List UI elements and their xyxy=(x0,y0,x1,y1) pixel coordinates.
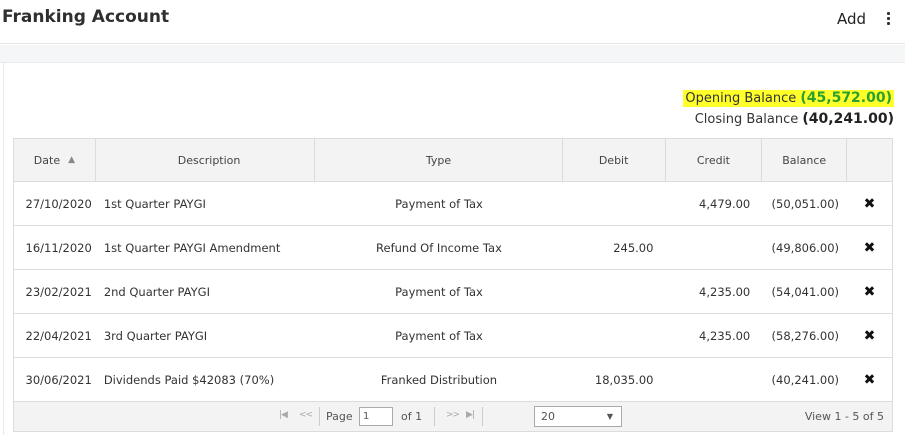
cell-type: Payment of Tax xyxy=(395,284,483,299)
content-border xyxy=(3,63,4,435)
add-button[interactable]: Add xyxy=(837,10,866,28)
next-page-icon[interactable]: >> xyxy=(446,410,460,420)
table-header: Date ▲︎ Description Type Debit Credit Ba… xyxy=(14,139,892,182)
column-header-type[interactable]: Type xyxy=(315,139,563,181)
opening-balance: Opening Balance (45,572.00) xyxy=(683,90,894,107)
cell-credit: 4,235.00 xyxy=(699,284,751,299)
delete-icon[interactable]: ✖ xyxy=(864,372,876,388)
column-header-actions xyxy=(847,139,892,181)
cell-debit xyxy=(563,314,666,357)
table-row[interactable]: 16/11/2020 1st Quarter PAYGI Amendment R… xyxy=(14,226,892,270)
column-header-debit[interactable]: Debit xyxy=(563,139,666,181)
closing-balance-label: Closing Balance xyxy=(694,112,799,127)
cell-date: 16/11/2020 xyxy=(25,240,92,255)
cell-date: 30/06/2021 xyxy=(25,372,92,387)
cell-type: Payment of Tax xyxy=(395,328,483,343)
table-row[interactable]: 30/06/2021 Dividends Paid $42083 (70%) F… xyxy=(14,358,892,402)
page-title: Franking Account xyxy=(2,7,170,27)
cell-credit: 4,235.00 xyxy=(699,328,751,343)
cell-debit xyxy=(563,182,666,225)
page-size-value: 20 xyxy=(541,410,555,423)
table-row[interactable]: 23/02/2021 2nd Quarter PAYGI Payment of … xyxy=(14,270,892,314)
delete-row-cell: ✖ xyxy=(847,358,892,401)
cell-type: Franked Distribution xyxy=(380,372,498,387)
page-header: Franking Account Add xyxy=(0,0,905,44)
cell-balance: (40,241.00) xyxy=(771,372,840,387)
delete-icon[interactable]: ✖ xyxy=(864,328,876,344)
cell-credit xyxy=(665,226,762,269)
chevron-down-icon: ▼︎ xyxy=(606,412,613,421)
pager-divider xyxy=(434,407,435,426)
cell-balance: (54,041.00) xyxy=(771,284,840,299)
column-header-balance[interactable]: Balance xyxy=(762,139,848,181)
opening-balance-value: (45,572.00) xyxy=(800,90,892,106)
delete-icon[interactable]: ✖ xyxy=(864,240,876,256)
opening-balance-label: Opening Balance xyxy=(685,91,797,106)
cell-debit: 245.00 xyxy=(613,240,654,255)
closing-balance-value: (40,241.00) xyxy=(802,111,894,127)
page-label: Page xyxy=(326,410,353,423)
view-range: View 1 - 5 of 5 xyxy=(804,410,884,423)
cell-balance: (49,806.00) xyxy=(771,240,840,255)
cell-balance: (58,276.00) xyxy=(771,328,840,343)
delete-row-cell: ✖ xyxy=(847,270,892,313)
table-row[interactable]: 22/04/2021 3rd Quarter PAYGI Payment of … xyxy=(14,314,892,358)
cell-date: 23/02/2021 xyxy=(25,284,92,299)
column-header-date[interactable]: Date ▲︎ xyxy=(14,139,96,181)
first-page-icon[interactable]: |◀︎ xyxy=(279,410,288,420)
delete-icon[interactable]: ✖ xyxy=(864,196,876,212)
delete-row-cell: ✖ xyxy=(847,182,892,225)
closing-balance: Closing Balance (40,241.00) xyxy=(683,109,894,130)
cell-debit: 18,035.00 xyxy=(594,372,654,387)
table-row[interactable]: 27/10/2020 1st Quarter PAYGI Payment of … xyxy=(14,182,892,226)
page-count: of 1 xyxy=(401,410,423,423)
cell-description: Dividends Paid $42083 (70%) xyxy=(103,372,275,387)
delete-row-cell: ✖ xyxy=(847,314,892,357)
cell-description: 3rd Quarter PAYGI xyxy=(103,328,208,343)
cell-description: 1st Quarter PAYGI Amendment xyxy=(103,240,281,255)
page-number-input[interactable]: 1 xyxy=(359,407,393,426)
header-divider-band xyxy=(0,45,905,63)
transactions-table: Date ▲︎ Description Type Debit Credit Ba… xyxy=(13,138,893,432)
balance-summary: Opening Balance (45,572.00) Closing Bala… xyxy=(683,88,894,130)
cell-date: 22/04/2021 xyxy=(25,328,92,343)
pager-divider xyxy=(482,407,483,426)
cell-balance: (50,051.00) xyxy=(771,196,840,211)
column-header-description[interactable]: Description xyxy=(96,139,316,181)
cell-debit xyxy=(563,270,666,313)
delete-row-cell: ✖ xyxy=(847,226,892,269)
pagination-bar: |◀︎ << Page 1 of 1 >> ▶︎| 20 ▼︎ View 1 -… xyxy=(14,402,892,431)
last-page-icon[interactable]: ▶︎| xyxy=(466,410,475,420)
cell-credit xyxy=(665,358,762,401)
cell-description: 2nd Quarter PAYGI xyxy=(103,284,210,299)
column-header-credit[interactable]: Credit xyxy=(666,139,763,181)
cell-date: 27/10/2020 xyxy=(25,196,92,211)
prev-page-icon[interactable]: << xyxy=(299,410,313,420)
cell-type: Refund Of Income Tax xyxy=(376,240,502,255)
pager-divider xyxy=(319,407,320,426)
sort-icon[interactable]: ▲︎ xyxy=(68,155,75,165)
cell-credit: 4,479.00 xyxy=(699,196,751,211)
delete-icon[interactable]: ✖ xyxy=(864,284,876,300)
page-size-select[interactable]: 20 ▼︎ xyxy=(534,406,622,427)
cell-description: 1st Quarter PAYGI xyxy=(103,196,206,211)
more-options-icon[interactable] xyxy=(882,10,894,28)
cell-type: Payment of Tax xyxy=(395,196,483,211)
